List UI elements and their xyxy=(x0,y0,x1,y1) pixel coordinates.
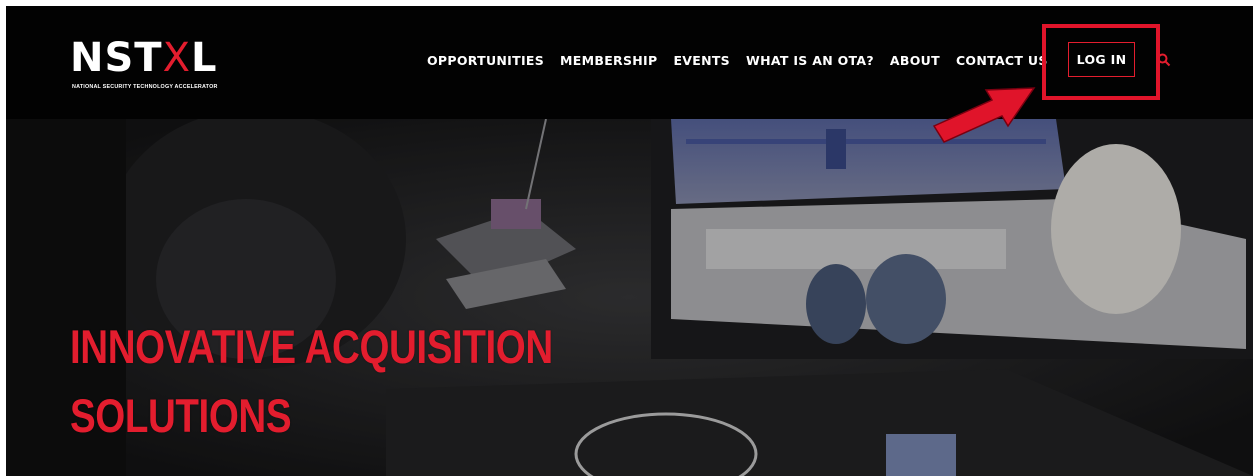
nav-item-membership[interactable]: MEMBERSHIP xyxy=(560,53,657,68)
red-arrow-icon xyxy=(932,87,1036,143)
page-frame: NSTXL NATIONAL SECURITY TECHNOLOGY ACCEL… xyxy=(6,6,1253,476)
hero-banner: INNOVATIVE ACQUISITION SOLUTIONS xyxy=(6,119,1253,476)
nstxl-logo[interactable]: NSTXL NATIONAL SECURITY TECHNOLOGY ACCEL… xyxy=(70,36,260,96)
logo-wordmark: NSTXL xyxy=(70,35,218,81)
login-highlight-box xyxy=(1042,24,1160,100)
nav-item-what-is-an-ota[interactable]: WHAT IS AN OTA? xyxy=(746,53,874,68)
hero-heading: INNOVATIVE ACQUISITION SOLUTIONS xyxy=(70,312,553,450)
nav-item-opportunities[interactable]: OPPORTUNITIES xyxy=(427,53,544,68)
nav-item-about[interactable]: ABOUT xyxy=(890,53,940,68)
nav-item-events[interactable]: EVENTS xyxy=(673,53,730,68)
main-nav: OPPORTUNITIES MEMBERSHIP EVENTS WHAT IS … xyxy=(427,50,1064,70)
nav-item-contact-us[interactable]: CONTACT US xyxy=(956,53,1048,68)
hero-heading-line1: INNOVATIVE ACQUISITION xyxy=(70,320,553,373)
hero-heading-line2: SOLUTIONS xyxy=(70,389,292,442)
logo-subtitle: NATIONAL SECURITY TECHNOLOGY ACCELERATOR xyxy=(72,84,218,90)
